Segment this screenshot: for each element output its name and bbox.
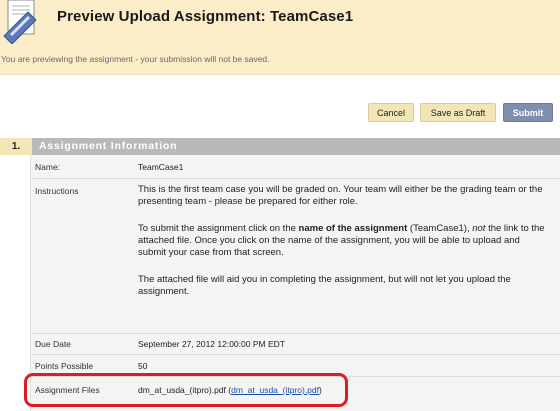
page-title: Preview Upload Assignment: TeamCase1	[57, 8, 354, 25]
save-as-draft-button[interactable]: Save as Draft	[420, 103, 496, 122]
instructions-paragraph-2: To submit the assignment click on the na…	[138, 223, 550, 259]
assignment-document-icon	[3, 0, 37, 44]
section-number: 1.	[0, 138, 32, 155]
name-label: Name:	[35, 162, 61, 172]
instructions-paragraph-1: This is the first team case you will be …	[138, 184, 543, 207]
cancel-button[interactable]: Cancel	[368, 103, 414, 122]
instr-text: To submit the assignment click on the	[138, 223, 299, 234]
points-possible-value: 50	[138, 361, 148, 371]
assignment-files-highlight	[24, 373, 348, 407]
due-date-label: Due Date	[35, 339, 71, 349]
instr-bold-text: name of the assignment	[298, 223, 408, 234]
instr-text: (TeamCase1),	[407, 223, 473, 234]
name-value: TeamCase1	[138, 162, 184, 172]
section-header: 1. Assignment Information	[0, 138, 560, 155]
instructions-paragraph-3: The attached file will aid you in comple…	[138, 274, 511, 297]
points-possible-label: Points Possible	[35, 361, 94, 371]
row-divider	[30, 333, 560, 334]
section-title: Assignment Information	[39, 140, 178, 152]
preview-message: You are previewing the assignment - your…	[1, 54, 270, 64]
instr-italic-text: not	[472, 223, 486, 234]
submit-button[interactable]: Submit	[503, 103, 553, 122]
due-date-value: September 27, 2012 12:00:00 PM EDT	[138, 339, 285, 349]
row-divider	[30, 354, 560, 355]
instructions-label: Instructions	[35, 186, 79, 196]
page-header: Preview Upload Assignment: TeamCase1 You…	[0, 0, 560, 75]
row-divider	[30, 178, 560, 179]
